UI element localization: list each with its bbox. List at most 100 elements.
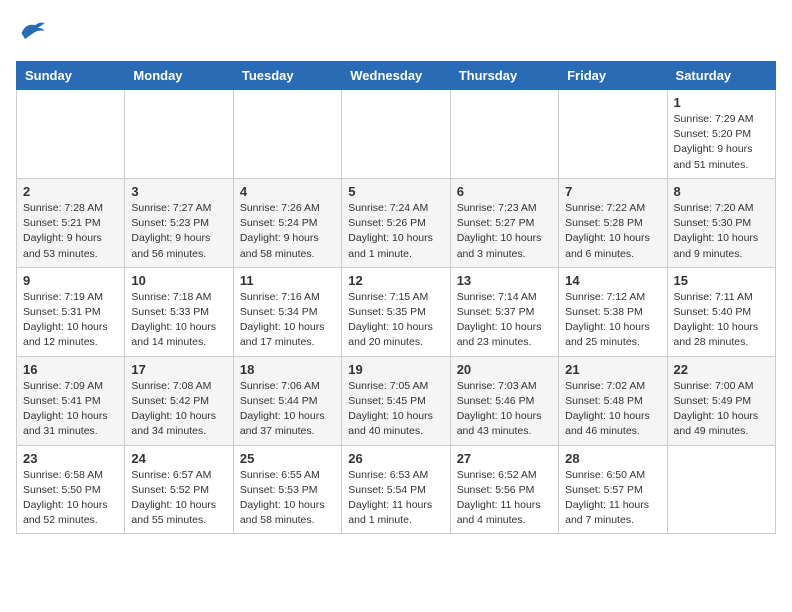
day-number: 18 (240, 362, 335, 377)
day-number: 14 (565, 273, 660, 288)
calendar-table: SundayMondayTuesdayWednesdayThursdayFrid… (16, 61, 776, 534)
day-number: 24 (131, 451, 226, 466)
day-number: 25 (240, 451, 335, 466)
logo (16, 16, 46, 49)
day-number: 3 (131, 184, 226, 199)
calendar-week-row: 1 Sunrise: 7:29 AM Sunset: 5:20 PM Daylig… (17, 90, 776, 179)
page-header (16, 16, 776, 49)
col-header-saturday: Saturday (667, 62, 775, 90)
calendar-cell: 20 Sunrise: 7:03 AM Sunset: 5:46 PM Dayli… (450, 356, 558, 445)
calendar-cell (450, 90, 558, 179)
day-number: 17 (131, 362, 226, 377)
calendar-cell (559, 90, 667, 179)
day-info: Sunrise: 7:02 AM Sunset: 5:48 PM Dayligh… (565, 379, 660, 440)
col-header-thursday: Thursday (450, 62, 558, 90)
day-number: 28 (565, 451, 660, 466)
calendar-cell: 13 Sunrise: 7:14 AM Sunset: 5:37 PM Dayli… (450, 267, 558, 356)
day-number: 1 (674, 95, 769, 110)
calendar-cell: 11 Sunrise: 7:16 AM Sunset: 5:34 PM Dayli… (233, 267, 341, 356)
calendar-week-row: 9 Sunrise: 7:19 AM Sunset: 5:31 PM Daylig… (17, 267, 776, 356)
day-info: Sunrise: 7:22 AM Sunset: 5:28 PM Dayligh… (565, 201, 660, 262)
col-header-wednesday: Wednesday (342, 62, 450, 90)
calendar-cell: 8 Sunrise: 7:20 AM Sunset: 5:30 PM Daylig… (667, 178, 775, 267)
col-header-monday: Monday (125, 62, 233, 90)
day-number: 6 (457, 184, 552, 199)
calendar-cell: 16 Sunrise: 7:09 AM Sunset: 5:41 PM Dayli… (17, 356, 125, 445)
day-info: Sunrise: 6:58 AM Sunset: 5:50 PM Dayligh… (23, 468, 118, 529)
calendar-cell (125, 90, 233, 179)
calendar-cell: 10Sunrise: 7:18 AM Sunset: 5:33 PM Dayli… (125, 267, 233, 356)
calendar-cell (667, 445, 775, 534)
calendar-cell: 7 Sunrise: 7:22 AM Sunset: 5:28 PM Daylig… (559, 178, 667, 267)
day-number: 10 (131, 273, 226, 288)
calendar-cell: 18Sunrise: 7:06 AM Sunset: 5:44 PM Dayli… (233, 356, 341, 445)
day-info: Sunrise: 7:27 AM Sunset: 5:23 PM Dayligh… (131, 201, 226, 262)
day-info: Sunrise: 7:08 AM Sunset: 5:42 PM Dayligh… (131, 379, 226, 440)
day-number: 2 (23, 184, 118, 199)
calendar-cell: 24 Sunrise: 6:57 AM Sunset: 5:52 PM Dayli… (125, 445, 233, 534)
calendar-cell: 19Sunrise: 7:05 AM Sunset: 5:45 PM Dayli… (342, 356, 450, 445)
day-info: Sunrise: 6:53 AM Sunset: 5:54 PM Dayligh… (348, 468, 443, 529)
day-number: 5 (348, 184, 443, 199)
day-number: 23 (23, 451, 118, 466)
day-number: 7 (565, 184, 660, 199)
calendar-cell: 28 Sunrise: 6:50 AM Sunset: 5:57 PM Dayli… (559, 445, 667, 534)
day-info: Sunrise: 7:00 AM Sunset: 5:49 PM Dayligh… (674, 379, 769, 440)
calendar-cell (233, 90, 341, 179)
day-info: Sunrise: 7:29 AM Sunset: 5:20 PM Dayligh… (674, 112, 769, 173)
day-info: Sunrise: 7:19 AM Sunset: 5:31 PM Dayligh… (23, 290, 118, 351)
day-info: Sunrise: 7:03 AM Sunset: 5:46 PM Dayligh… (457, 379, 552, 440)
day-number: 11 (240, 273, 335, 288)
calendar-cell: 12 Sunrise: 7:15 AM Sunset: 5:35 PM Dayli… (342, 267, 450, 356)
day-number: 16 (23, 362, 118, 377)
day-number: 12 (348, 273, 443, 288)
day-number: 26 (348, 451, 443, 466)
calendar-cell: 26 Sunrise: 6:53 AM Sunset: 5:54 PM Dayli… (342, 445, 450, 534)
day-number: 22 (674, 362, 769, 377)
day-number: 20 (457, 362, 552, 377)
logo-bird-icon (18, 16, 46, 44)
calendar-cell: 3 Sunrise: 7:27 AM Sunset: 5:23 PM Daylig… (125, 178, 233, 267)
calendar-cell: 5 Sunrise: 7:24 AM Sunset: 5:26 PM Daylig… (342, 178, 450, 267)
day-number: 27 (457, 451, 552, 466)
day-number: 19 (348, 362, 443, 377)
col-header-friday: Friday (559, 62, 667, 90)
calendar-cell: 4Sunrise: 7:26 AM Sunset: 5:24 PM Daylig… (233, 178, 341, 267)
day-number: 21 (565, 362, 660, 377)
day-info: Sunrise: 7:15 AM Sunset: 5:35 PM Dayligh… (348, 290, 443, 351)
calendar-cell (17, 90, 125, 179)
col-header-tuesday: Tuesday (233, 62, 341, 90)
calendar-cell: 2 Sunrise: 7:28 AM Sunset: 5:21 PM Daylig… (17, 178, 125, 267)
day-info: Sunrise: 6:55 AM Sunset: 5:53 PM Dayligh… (240, 468, 335, 529)
day-info: Sunrise: 7:14 AM Sunset: 5:37 PM Dayligh… (457, 290, 552, 351)
calendar-cell: 15Sunrise: 7:11 AM Sunset: 5:40 PM Dayli… (667, 267, 775, 356)
calendar-cell: 21 Sunrise: 7:02 AM Sunset: 5:48 PM Dayli… (559, 356, 667, 445)
calendar-week-row: 23 Sunrise: 6:58 AM Sunset: 5:50 PM Dayli… (17, 445, 776, 534)
day-info: Sunrise: 7:24 AM Sunset: 5:26 PM Dayligh… (348, 201, 443, 262)
day-info: Sunrise: 6:52 AM Sunset: 5:56 PM Dayligh… (457, 468, 552, 529)
day-info: Sunrise: 7:12 AM Sunset: 5:38 PM Dayligh… (565, 290, 660, 351)
day-info: Sunrise: 6:50 AM Sunset: 5:57 PM Dayligh… (565, 468, 660, 529)
calendar-header-row: SundayMondayTuesdayWednesdayThursdayFrid… (17, 62, 776, 90)
calendar-cell: 17 Sunrise: 7:08 AM Sunset: 5:42 PM Dayli… (125, 356, 233, 445)
calendar-cell: 6 Sunrise: 7:23 AM Sunset: 5:27 PM Daylig… (450, 178, 558, 267)
calendar-cell: 9 Sunrise: 7:19 AM Sunset: 5:31 PM Daylig… (17, 267, 125, 356)
day-info: Sunrise: 7:11 AM Sunset: 5:40 PM Dayligh… (674, 290, 769, 351)
calendar-cell (342, 90, 450, 179)
day-number: 9 (23, 273, 118, 288)
calendar-cell: 25 Sunrise: 6:55 AM Sunset: 5:53 PM Dayli… (233, 445, 341, 534)
calendar-week-row: 2 Sunrise: 7:28 AM Sunset: 5:21 PM Daylig… (17, 178, 776, 267)
day-info: Sunrise: 6:57 AM Sunset: 5:52 PM Dayligh… (131, 468, 226, 529)
day-number: 8 (674, 184, 769, 199)
day-info: Sunrise: 7:16 AM Sunset: 5:34 PM Dayligh… (240, 290, 335, 351)
calendar-cell: 27 Sunrise: 6:52 AM Sunset: 5:56 PM Dayli… (450, 445, 558, 534)
col-header-sunday: Sunday (17, 62, 125, 90)
day-info: Sunrise: 7:28 AM Sunset: 5:21 PM Dayligh… (23, 201, 118, 262)
day-info: Sunrise: 7:23 AM Sunset: 5:27 PM Dayligh… (457, 201, 552, 262)
calendar-cell: 1 Sunrise: 7:29 AM Sunset: 5:20 PM Daylig… (667, 90, 775, 179)
day-info: Sunrise: 7:20 AM Sunset: 5:30 PM Dayligh… (674, 201, 769, 262)
day-info: Sunrise: 7:09 AM Sunset: 5:41 PM Dayligh… (23, 379, 118, 440)
calendar-cell: 22 Sunrise: 7:00 AM Sunset: 5:49 PM Dayli… (667, 356, 775, 445)
day-number: 4 (240, 184, 335, 199)
day-number: 13 (457, 273, 552, 288)
